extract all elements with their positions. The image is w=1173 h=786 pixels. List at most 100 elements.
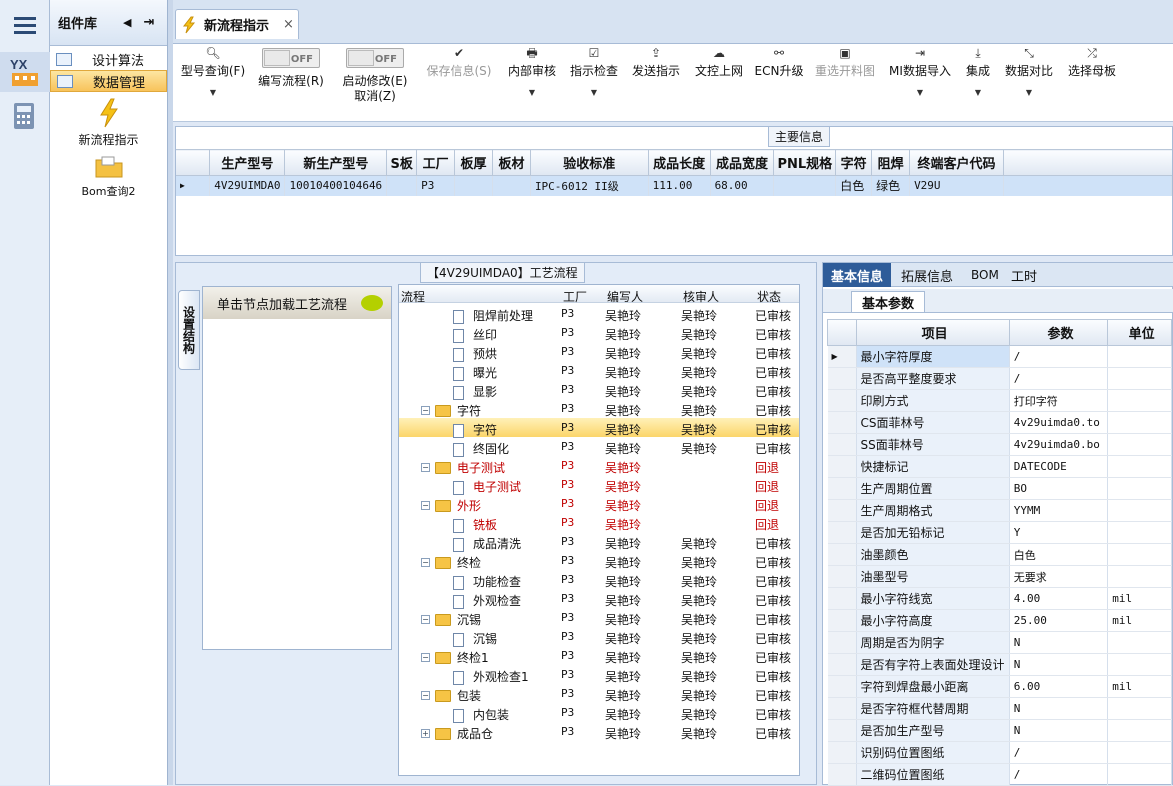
column-header[interactable]: 状态 bbox=[757, 288, 781, 305]
model-query-button[interactable]: 🔍︎ 型号查询(F) ▼ bbox=[179, 44, 247, 100]
column-header[interactable]: 工厂 bbox=[416, 149, 456, 176]
tree-row[interactable]: 字符 P3 吴艳玲 吴艳玲 已审核 bbox=[399, 418, 799, 438]
column-header[interactable]: 参数 bbox=[1008, 319, 1109, 346]
table-row[interactable]: 快捷标记 DATECODE bbox=[827, 455, 1172, 478]
param-value[interactable]: 4.00 bbox=[1009, 587, 1109, 610]
upload-online-button[interactable]: ☁ 文控上网 bbox=[691, 44, 747, 79]
tree-row[interactable]: 沉锡 P3 吴艳玲 吴艳玲 已审核 bbox=[399, 627, 799, 647]
table-row[interactable]: 生产周期位置 BO bbox=[827, 477, 1172, 500]
param-value[interactable]: 25.00 bbox=[1009, 609, 1109, 632]
column-header[interactable]: 板厚 bbox=[454, 149, 494, 176]
tree-row[interactable]: − 终检1 P3 吴艳玲 吴艳玲 已审核 bbox=[399, 646, 799, 665]
tree-row[interactable]: − 字符 P3 吴艳玲 吴艳玲 已审核 bbox=[399, 399, 799, 418]
toggle-switch[interactable]: OFF bbox=[346, 48, 404, 68]
table-row[interactable]: 油墨型号 无要求 bbox=[827, 565, 1172, 588]
tree-row[interactable]: 终固化 P3 吴艳玲 吴艳玲 已审核 bbox=[399, 437, 799, 457]
tree-row[interactable]: 阻焊前处理 P3 吴艳玲 吴艳玲 已审核 bbox=[399, 304, 799, 324]
table-row[interactable]: 是否加生产型号 N bbox=[827, 719, 1172, 742]
column-header[interactable]: 验收标准 bbox=[529, 149, 649, 176]
column-header[interactable]: 终端客户代码 bbox=[909, 149, 1004, 176]
param-value[interactable]: 6.00 bbox=[1009, 675, 1109, 698]
table-row[interactable]: 是否高平整度要求 / bbox=[827, 367, 1172, 390]
column-header[interactable]: 板材 bbox=[492, 149, 531, 176]
table-row[interactable]: 最小字符高度 25.00 mil bbox=[827, 609, 1172, 632]
param-value[interactable]: / bbox=[1009, 741, 1109, 764]
table-row[interactable]: 是否有字符上表面处理设计 N bbox=[827, 653, 1172, 676]
table-row[interactable]: 油墨颜色 白色 bbox=[827, 543, 1172, 566]
table-row[interactable]: CS面菲林号 4v29uimda0.to bbox=[827, 411, 1172, 434]
tree-row[interactable]: 铣板 P3 吴艳玲 回退 bbox=[399, 513, 799, 533]
tile-new-flow[interactable]: 新流程指示 bbox=[50, 98, 167, 148]
column-header[interactable]: PNL规格 bbox=[773, 149, 837, 176]
column-header[interactable]: 单位 bbox=[1107, 319, 1172, 346]
tree-row[interactable]: − 电子测试 P3 吴艳玲 回退 bbox=[399, 456, 799, 475]
tree-row[interactable]: 显影 P3 吴艳玲 吴艳玲 已审核 bbox=[399, 380, 799, 400]
mi-import-button[interactable]: ⇥ MI数据导入 ▼ bbox=[885, 44, 955, 100]
param-value[interactable]: N bbox=[1009, 653, 1109, 676]
table-row[interactable]: ▶ 4V29UIMDA0 10010400104646 P3 IPC-6012 … bbox=[176, 175, 1173, 196]
tree-row[interactable]: − 外形 P3 吴艳玲 回退 bbox=[399, 494, 799, 513]
tree-row[interactable]: 曝光 P3 吴艳玲 吴艳玲 已审核 bbox=[399, 361, 799, 381]
tree-row[interactable]: + 成品仓 P3 吴艳玲 吴艳玲 已审核 bbox=[399, 722, 799, 741]
collapse-icon[interactable]: − bbox=[421, 691, 430, 700]
column-header[interactable]: 成品宽度 bbox=[709, 149, 775, 176]
collapse-icon[interactable]: − bbox=[421, 558, 430, 567]
column-header[interactable]: 编写人 bbox=[607, 288, 643, 305]
param-value[interactable]: Y bbox=[1009, 521, 1109, 544]
param-value[interactable]: N bbox=[1009, 719, 1109, 742]
column-header[interactable]: 新生产型号 bbox=[284, 149, 388, 176]
tab-basic-info[interactable]: 基本信息 bbox=[823, 263, 891, 287]
tree-row[interactable]: − 沉锡 P3 吴艳玲 吴艳玲 已审核 bbox=[399, 608, 799, 627]
table-row[interactable]: 识别码位置图纸 / bbox=[827, 741, 1172, 764]
tile-bom-query[interactable]: Bom查询2 bbox=[50, 154, 167, 199]
tab-work-hours[interactable]: 工时 bbox=[1011, 263, 1037, 287]
save-info-button[interactable]: ✔ 保存信息(S) bbox=[423, 44, 495, 79]
table-row[interactable]: 周期是否为阴字 N bbox=[827, 631, 1172, 654]
tab-structure-settings[interactable]: 设置结构 bbox=[178, 290, 200, 370]
table-row[interactable]: 最小字符线宽 4.00 mil bbox=[827, 587, 1172, 610]
internal-audit-button[interactable]: 🖶︎ 内部审核 ▼ bbox=[505, 44, 559, 100]
table-row[interactable]: 印刷方式 打印字符 bbox=[827, 389, 1172, 412]
reselect-cut-drawing-button[interactable]: ▣ 重选开料图 bbox=[811, 44, 879, 79]
param-value[interactable]: 无要求 bbox=[1009, 565, 1109, 588]
tab-basic-params[interactable]: 基本参数 bbox=[851, 291, 925, 313]
param-value[interactable]: / bbox=[1009, 367, 1109, 390]
column-header[interactable]: 工厂 bbox=[563, 288, 587, 305]
send-indication-button[interactable]: ⇪ 发送指示 bbox=[629, 44, 683, 79]
param-value[interactable]: 4v29uimda0.bo bbox=[1009, 433, 1109, 456]
param-value[interactable]: BO bbox=[1009, 477, 1109, 500]
tree-row[interactable]: − 终检 P3 吴艳玲 吴艳玲 已审核 bbox=[399, 551, 799, 570]
ecn-upgrade-button[interactable]: ⚯ ECN升级 bbox=[753, 44, 805, 79]
tab-new-flow[interactable]: 新流程指示 × bbox=[175, 9, 299, 39]
param-value[interactable]: 打印字符 bbox=[1009, 389, 1109, 412]
menu-icon[interactable] bbox=[0, 8, 50, 42]
tree-row[interactable]: − 包装 P3 吴艳玲 吴艳玲 已审核 bbox=[399, 684, 799, 703]
tree-row[interactable]: 丝印 P3 吴艳玲 吴艳玲 已审核 bbox=[399, 323, 799, 343]
param-value[interactable]: / bbox=[1009, 345, 1109, 368]
close-icon[interactable]: × bbox=[283, 17, 294, 32]
cancel-label[interactable]: 取消(Z) bbox=[339, 89, 411, 104]
column-header[interactable]: 阻焊 bbox=[871, 149, 911, 176]
tree-row[interactable]: 预烘 P3 吴艳玲 吴艳玲 已审核 bbox=[399, 342, 799, 362]
expand-icon[interactable]: + bbox=[421, 729, 430, 738]
collapse-icon[interactable]: − bbox=[421, 463, 430, 472]
sidebar-item-design-algorithm[interactable]: 设计算法 bbox=[50, 48, 167, 70]
param-value[interactable]: 4v29uimda0.to bbox=[1009, 411, 1109, 434]
tree-scrollbar[interactable] bbox=[799, 285, 800, 776]
table-row[interactable]: ▶ 最小字符厚度 / bbox=[827, 345, 1172, 368]
pin-icon[interactable]: ⇥ bbox=[143, 15, 154, 30]
table-row[interactable]: 是否加无铅标记 Y bbox=[827, 521, 1172, 544]
tab-bom[interactable]: BOM bbox=[971, 263, 999, 287]
table-row[interactable]: 是否字符框代替周期 N bbox=[827, 697, 1172, 720]
data-compare-button[interactable]: ⤡ 数据对比 ▼ bbox=[1001, 44, 1057, 100]
tree-row[interactable]: 内包装 P3 吴艳玲 吴艳玲 已审核 bbox=[399, 703, 799, 723]
column-header[interactable]: 成品长度 bbox=[647, 149, 711, 176]
tree-row[interactable]: 外观检查 P3 吴艳玲 吴艳玲 已审核 bbox=[399, 589, 799, 609]
column-header[interactable]: 字符 bbox=[835, 149, 873, 176]
sidebar-item-data-management[interactable]: 数据管理 bbox=[50, 70, 167, 92]
integrate-button[interactable]: ⤓ 集成 ▼ bbox=[959, 44, 997, 100]
param-value[interactable]: N bbox=[1009, 697, 1109, 720]
param-value[interactable]: DATECODE bbox=[1009, 455, 1109, 478]
column-header[interactable]: S板 bbox=[386, 149, 418, 176]
tree-row[interactable]: 功能检查 P3 吴艳玲 吴艳玲 已审核 bbox=[399, 570, 799, 590]
